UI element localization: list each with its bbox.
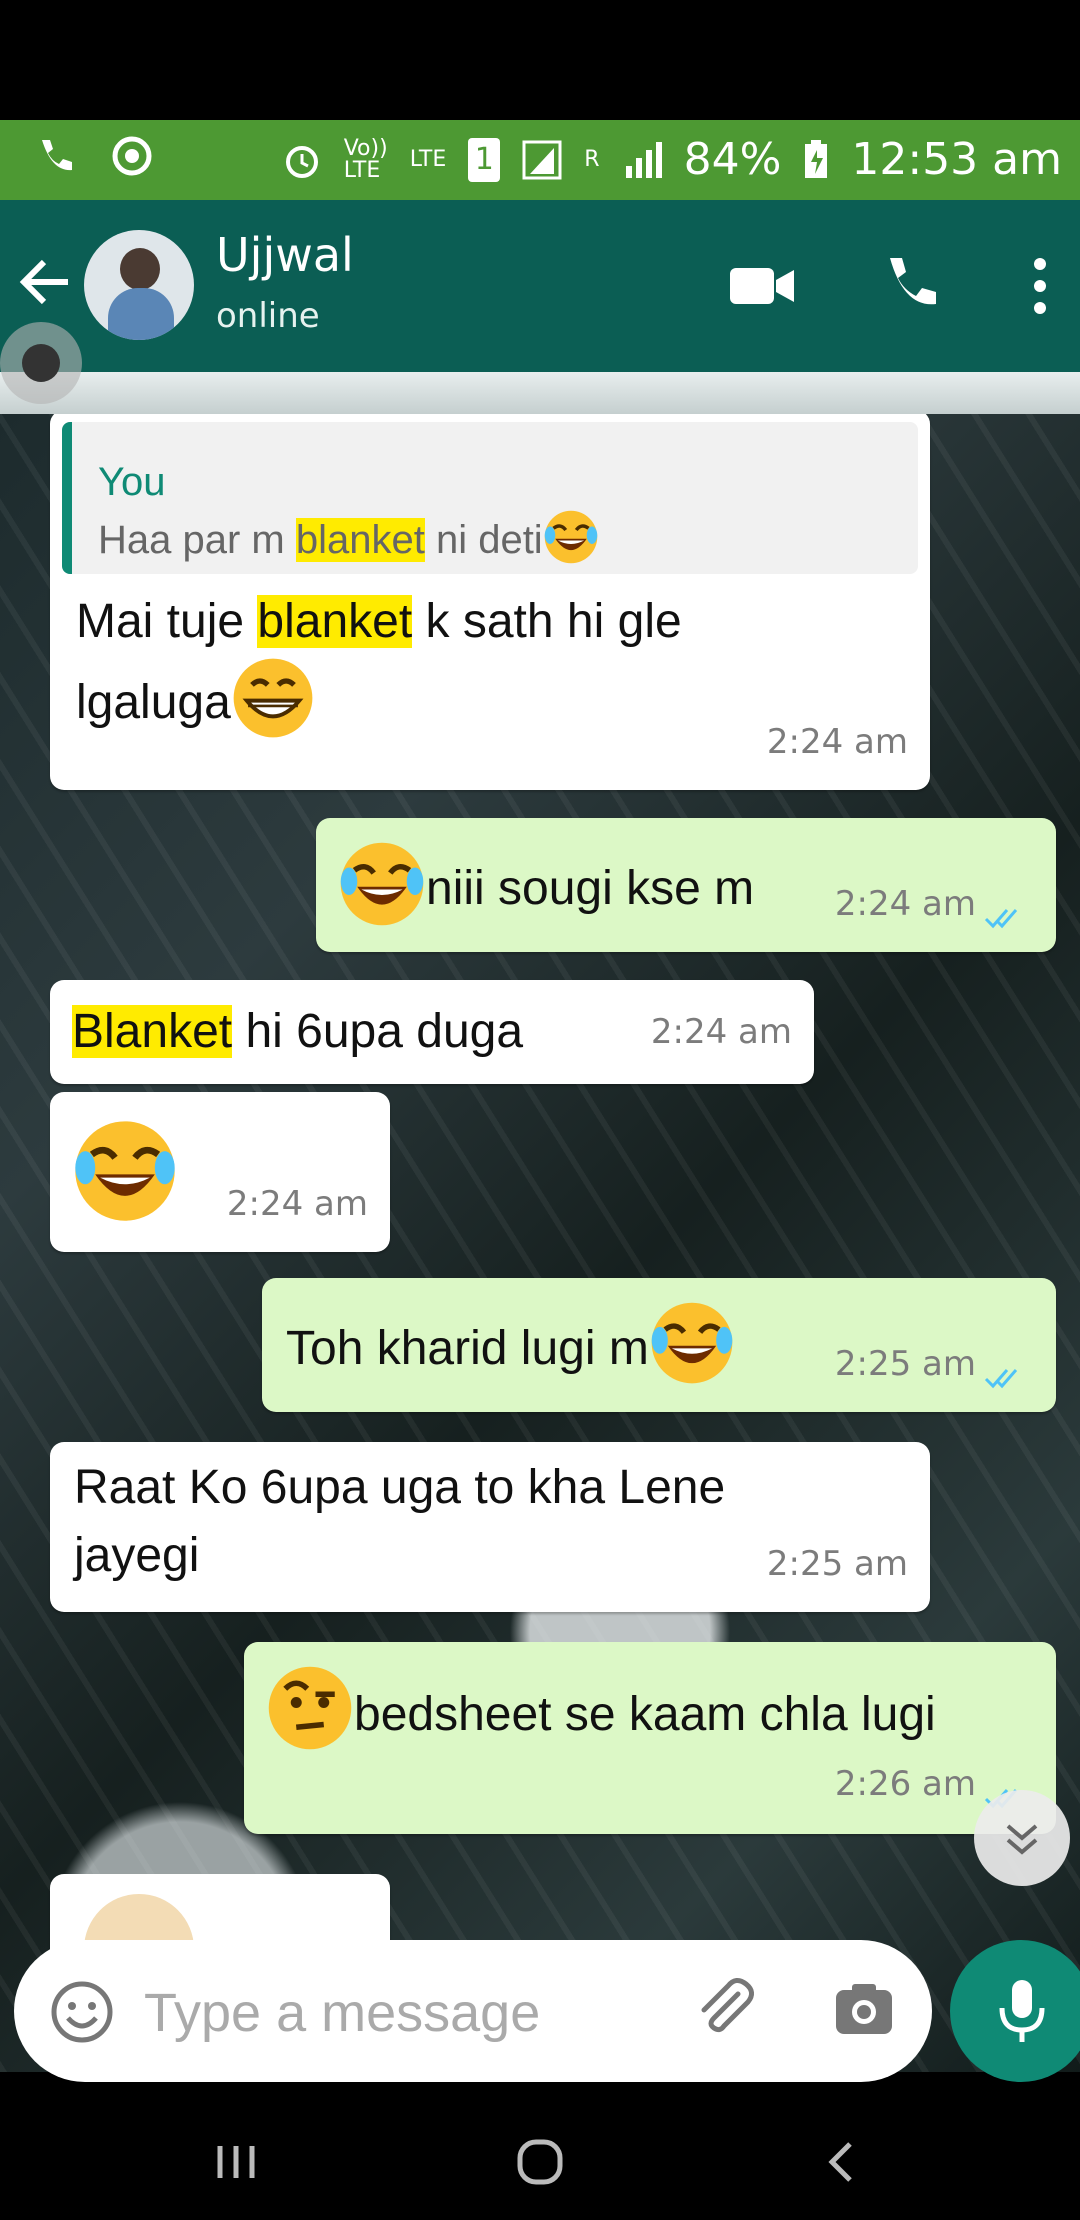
mic-icon <box>999 1980 1045 2042</box>
volte-indicator: Vo)) LTE <box>343 135 388 183</box>
voice-call-icon[interactable] <box>880 254 940 314</box>
lte-indicator: LTE <box>409 147 447 172</box>
scroll-to-bottom-button[interactable] <box>974 1790 1070 1886</box>
signal-icon <box>522 140 562 179</box>
camera-icon[interactable] <box>832 1978 896 2042</box>
avatar[interactable] <box>84 230 194 340</box>
message-time: 2:25 am <box>766 1544 908 1584</box>
recent-apps-icon[interactable] <box>206 2132 266 2192</box>
contact-status: online <box>216 296 320 336</box>
message-time: 2:25 am <box>834 1344 976 1384</box>
back-nav-icon[interactable] <box>812 2132 872 2192</box>
contact-name[interactable]: Ujjwal <box>216 228 354 282</box>
status-bar: Vo)) LTE LTE 1 R 84% 12:53 am <box>0 120 1080 200</box>
battery-icon <box>805 139 828 178</box>
laughing-emoji <box>649 1300 735 1386</box>
attach-icon[interactable] <box>690 1974 760 2044</box>
message-bubble-outgoing[interactable]: bedsheet se kaam chla lugi 2:26 am <box>244 1642 1056 1834</box>
double-check-icon <box>984 1366 1024 1390</box>
message-text: Toh kharid lugi m <box>286 1300 735 1386</box>
message-input-bar[interactable]: Type a message <box>14 1940 932 2082</box>
clock: 12:53 am <box>851 134 1062 185</box>
double-check-icon <box>984 906 1024 930</box>
message-time: 2:24 am <box>834 884 976 924</box>
message-time: 2:26 am <box>834 1764 976 1804</box>
grinning-emoji <box>231 656 315 740</box>
laughing-emoji <box>338 840 426 928</box>
message-text-content: bedsheet se kaam chla lugi <box>354 1688 936 1741</box>
avatar-head <box>120 248 160 290</box>
message-time: 2:24 am <box>650 1012 792 1052</box>
message-text: niii sougi kse m <box>338 840 754 928</box>
message-bubble-incoming[interactable]: 2:24 am <box>50 1092 390 1252</box>
raised-eyebrow-emoji <box>266 1664 354 1752</box>
quote-text-pre: Haa par m <box>98 518 296 562</box>
mic-button[interactable] <box>950 1940 1080 2082</box>
phone-icon <box>42 140 72 171</box>
quote-text: Haa par m blanket ni deti <box>98 506 599 574</box>
message-bubble-outgoing[interactable]: Toh kharid lugi m 2:25 am <box>262 1278 1056 1412</box>
message-input[interactable]: Type a message <box>144 1982 540 2044</box>
home-icon[interactable] <box>510 2132 570 2192</box>
video-call-icon[interactable] <box>730 264 796 308</box>
quote-highlight: blanket <box>295 518 425 562</box>
back-arrow-icon[interactable] <box>18 252 74 312</box>
chat-header: Ujjwal online <box>0 200 1080 372</box>
message-text-line2: lgaluga <box>76 676 231 729</box>
quoted-message[interactable]: You Haa par m blanket ni deti <box>62 422 918 574</box>
message-bubble-incoming[interactable]: Blanket hi 6upa duga 2:24 am <box>50 980 814 1084</box>
message-text-post: k sath hi gle <box>412 595 682 648</box>
message-time: 2:24 am <box>766 722 908 762</box>
floating-bubble-icon[interactable] <box>0 322 82 404</box>
roaming-indicator: R <box>584 147 600 172</box>
message-text-content: hi 6upa duga <box>232 1005 524 1058</box>
chat-area[interactable]: You Haa par m blanket ni deti Mai tuje b… <box>0 372 1080 2072</box>
message-text-pre: Mai tuje <box>76 595 258 648</box>
message-text-line1: Raat Ko 6upa uga to kha Lene <box>74 1461 726 1514</box>
message-text: bedsheet se kaam chla lugi <box>266 1664 936 1752</box>
message-highlight: Blanket <box>72 1005 233 1058</box>
laughing-emoji <box>543 509 599 565</box>
message-bubble-incoming[interactable]: Raat Ko 6upa uga to kha Lene jayegi 2:25… <box>50 1442 930 1612</box>
chevron-down-icon <box>1006 1824 1038 1855</box>
more-vert-icon[interactable] <box>1030 256 1050 316</box>
message-text: Blanket hi 6upa duga <box>72 998 523 1066</box>
signal-icon <box>625 141 662 178</box>
message-text-content: Toh kharid lugi m <box>286 1322 649 1375</box>
quote-text-post: ni deti <box>424 518 543 562</box>
battery-percent: 84% <box>683 134 782 185</box>
message-text-line2: jayegi <box>74 1529 200 1582</box>
message-bubble-incoming[interactable]: You Haa par m blanket ni deti Mai tuje b… <box>50 410 930 790</box>
sim-number: 1 <box>474 141 494 177</box>
message-text: Raat Ko 6upa uga to kha Lene jayegi <box>74 1454 725 1590</box>
avatar-body <box>108 288 174 340</box>
message-bubble-outgoing[interactable]: niii sougi kse m 2:24 am <box>316 818 1056 952</box>
system-nav-bar <box>0 2098 1080 2220</box>
sim-badge: 1 <box>468 137 501 182</box>
top-bezel <box>0 0 1080 120</box>
message-time: 2:24 am <box>226 1184 368 1224</box>
message-highlight: blanket <box>257 595 413 648</box>
chat-top-strip <box>0 372 1080 414</box>
alarm-icon <box>285 145 318 178</box>
laughing-emoji <box>72 1118 178 1224</box>
message-text-content: niii sougi kse m <box>426 862 755 915</box>
camera-shutter-icon <box>112 136 152 176</box>
emoji-icon[interactable] <box>50 1980 114 2044</box>
